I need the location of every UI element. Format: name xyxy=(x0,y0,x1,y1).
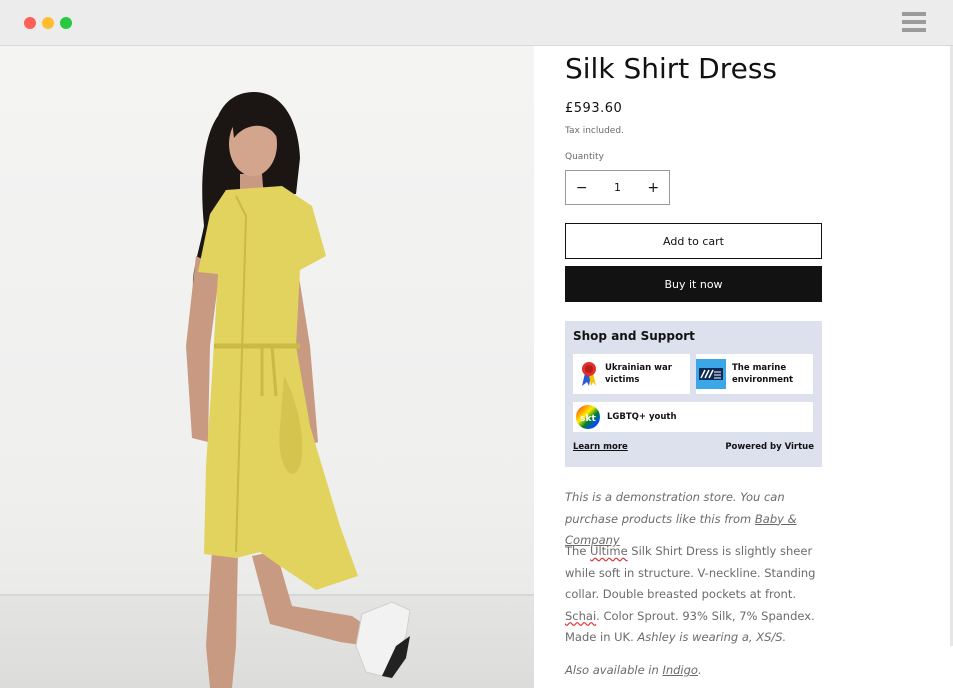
product-price: £593.60 xyxy=(565,101,623,116)
quantity-decrease-button[interactable]: − xyxy=(566,171,598,204)
cause-label: The marine environment xyxy=(732,363,794,385)
powered-by-label: Powered by Virtue xyxy=(725,442,814,452)
product-title: Silk Shirt Dress xyxy=(565,52,777,85)
svg-text:skt: skt xyxy=(580,414,596,424)
shop-and-support-widget: Shop and Support Ukrainian war victims T… xyxy=(565,321,822,467)
tax-note: Tax included. xyxy=(565,126,624,136)
ribbon-icon xyxy=(579,361,599,387)
buy-now-button[interactable]: Buy it now xyxy=(565,266,822,302)
widget-title: Shop and Support xyxy=(573,329,695,343)
vendor-label xyxy=(565,42,569,51)
hamburger-menu-icon[interactable] xyxy=(902,12,926,34)
also-available-note: Also available in Indigo. xyxy=(565,663,702,677)
cause-marine-environment[interactable]: The marine environment xyxy=(696,354,813,394)
close-window-button[interactable] xyxy=(24,17,36,29)
cause-label: Ukrainian war victims xyxy=(605,363,672,385)
quantity-label: Quantity xyxy=(565,152,604,162)
product-image[interactable] xyxy=(0,46,534,688)
add-to-cart-button[interactable]: Add to cart xyxy=(565,223,822,259)
quantity-input[interactable] xyxy=(597,171,638,204)
model-illustration xyxy=(186,92,411,688)
window-titlebar xyxy=(0,0,953,46)
quantity-stepper: − + xyxy=(565,170,670,205)
product-description: The Ultime Silk Shirt Dress is slightly … xyxy=(565,544,816,644)
learn-more-link[interactable]: Learn more xyxy=(573,442,628,452)
cause-label: LGBTQ+ youth xyxy=(607,412,677,422)
cause-lgbtq-youth[interactable]: skt LGBTQ+ youth xyxy=(573,402,813,432)
indigo-variant-link[interactable]: Indigo xyxy=(662,663,698,677)
marine-logo-icon xyxy=(696,359,726,389)
quantity-increase-button[interactable]: + xyxy=(638,171,670,204)
skt-rainbow-logo-icon: skt xyxy=(575,404,601,430)
cause-ukrainian-war-victims[interactable]: Ukrainian war victims xyxy=(573,354,690,394)
maximize-window-button[interactable] xyxy=(60,17,72,29)
minimize-window-button[interactable] xyxy=(42,17,54,29)
